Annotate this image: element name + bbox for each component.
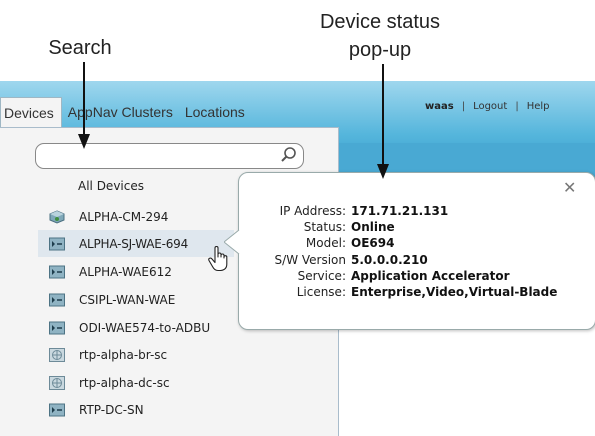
license-value: Enterprise,Video,Virtual-Blade xyxy=(351,285,558,299)
status-label: Status: xyxy=(303,220,346,234)
device-row[interactable]: rtp-alpha-dc-sc xyxy=(38,369,234,396)
popup-row-license: License: Enterprise,Video,Virtual-Blade xyxy=(244,284,594,301)
device-status-callout-arrow xyxy=(377,64,389,179)
license-label: License: xyxy=(296,285,346,299)
device-name: rtp-alpha-br-sc xyxy=(79,347,168,362)
device-name: ALPHA-WAE612 xyxy=(79,264,172,279)
status-value: Online xyxy=(351,220,395,234)
wae-device-icon xyxy=(49,237,65,250)
model-value: OE694 xyxy=(351,236,395,250)
ip-address-label: IP Address: xyxy=(279,204,346,218)
username: waas xyxy=(425,101,454,112)
device-name: ODI-WAE574-to-ADBU xyxy=(79,320,211,335)
device-row[interactable]: RTP-DC-SN xyxy=(38,396,234,423)
search-callout: Search xyxy=(48,37,112,59)
service-value: Application Accelerator xyxy=(351,269,510,283)
popup-pointer xyxy=(224,230,240,254)
tab-bar: Devices AppNav Clusters Locations xyxy=(0,97,251,128)
separator: | xyxy=(515,101,519,112)
ip-address-value: 171.71.21.131 xyxy=(351,204,449,218)
service-controller-icon xyxy=(49,375,65,390)
popup-row-ip: IP Address: 171.71.21.131 xyxy=(244,203,594,220)
device-row[interactable]: ODI-WAE574-to-ADBU xyxy=(38,314,234,341)
close-icon[interactable]: ✕ xyxy=(563,178,576,198)
popup-row-model: Model: OE694 xyxy=(244,235,594,252)
tab-locations[interactable]: Locations xyxy=(179,97,251,127)
device-status-callout-line1: Device status xyxy=(319,11,441,33)
model-label: Model: xyxy=(305,236,346,250)
search-callout-arrow xyxy=(78,62,90,149)
service-label: Service: xyxy=(297,269,346,283)
popup-row-version: S/W Version 5.0.0.0.210 xyxy=(244,252,594,269)
device-row[interactable]: ALPHA-WAE612 xyxy=(38,258,234,285)
sw-version-label: S/W Version xyxy=(274,253,346,267)
service-controller-icon xyxy=(49,347,65,362)
separator: | xyxy=(461,101,466,112)
device-name: CSIPL-WAN-WAE xyxy=(79,292,176,307)
popup-row-service: Service: Application Accelerator xyxy=(244,268,594,285)
help-link[interactable]: Help xyxy=(527,101,550,112)
all-devices-item[interactable]: All Devices xyxy=(78,179,144,193)
tab-devices[interactable]: Devices xyxy=(0,97,62,128)
device-status-callout-line2: pop-up xyxy=(348,39,412,61)
search-icon[interactable] xyxy=(278,145,298,165)
wae-device-icon xyxy=(49,321,65,334)
device-name: ALPHA-SJ-WAE-694 xyxy=(79,236,189,251)
wae-device-icon xyxy=(49,265,65,278)
device-name: ALPHA-CM-294 xyxy=(79,209,169,224)
device-row[interactable]: ALPHA-CM-294 xyxy=(38,203,234,230)
device-name: RTP-DC-SN xyxy=(79,402,144,417)
popup-row-status: Status: Online xyxy=(244,219,594,236)
logout-link[interactable]: Logout xyxy=(473,101,507,112)
device-row[interactable]: rtp-alpha-br-sc xyxy=(38,341,234,368)
central-manager-icon xyxy=(49,209,65,224)
wae-device-icon xyxy=(49,293,65,306)
device-name: rtp-alpha-dc-sc xyxy=(79,375,170,390)
user-links: waas | Logout | Help xyxy=(425,101,550,112)
device-row-selected[interactable]: ALPHA-SJ-WAE-694 xyxy=(38,230,234,257)
wae-device-icon xyxy=(49,403,65,416)
device-row[interactable]: CSIPL-WAN-WAE xyxy=(38,286,234,313)
sw-version-value: 5.0.0.0.210 xyxy=(351,253,428,267)
